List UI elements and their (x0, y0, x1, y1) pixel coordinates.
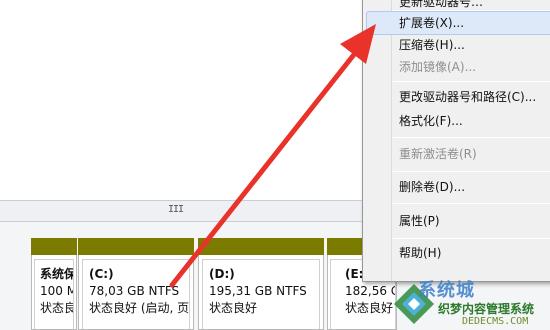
partition-size: 195,31 GB NTFS (209, 284, 307, 298)
partition-size: 100 M (40, 284, 73, 298)
partition-c[interactable]: (C:) 78,03 GB NTFS 状态良好 (启动, 页 (78, 238, 194, 330)
partition-size: 182,56 GB (345, 284, 395, 298)
menu-gutter (391, 0, 392, 281)
menu-separator (393, 203, 550, 204)
menu-item-help[interactable]: 帮助(H) (399, 242, 441, 264)
partition-color-bar (31, 238, 77, 255)
menu-item-delete-volume[interactable]: 删除卷(D)... (399, 176, 465, 198)
partition-status: 状态良好 (启动, 页 (89, 301, 189, 315)
partition-color-bar (78, 238, 194, 255)
site-watermark: 系统城 织梦内容管理系统 DEDECMS.COM (392, 276, 550, 330)
context-menu: 更新驱动器号… 扩展卷(X)... 压缩卷(H)... 添加镜像(A)... 更… (362, 0, 550, 282)
menu-separator (393, 137, 550, 138)
menu-separator (393, 81, 550, 82)
watermark-url: DEDECMS.COM (462, 316, 529, 327)
menu-item-reactivate-volume[interactable]: 重新激活卷(R) (399, 143, 477, 165)
menu-separator (393, 238, 550, 239)
partition-status: 状态良好 (40, 301, 73, 315)
partition-name: (C:) (89, 267, 114, 281)
partition-color-bar (198, 238, 324, 255)
menu-separator (393, 171, 550, 172)
menu-item-add-mirror[interactable]: 添加镜像(A)... (399, 56, 476, 78)
menu-item-format[interactable]: 格式化(F)... (399, 110, 463, 132)
watermark-sub-text: 织梦内容管理系统 (438, 302, 535, 316)
partition-system-reserved[interactable]: 系统保 100 M 状态良好 (31, 238, 77, 330)
menu-separator (393, 10, 550, 11)
watermark-main-text: 系统城 (418, 280, 475, 301)
partition-status: 状态良好 (345, 301, 394, 315)
partition-size: 78,03 GB NTFS (89, 284, 180, 298)
partition-name: (D:) (209, 267, 235, 281)
partition-d[interactable]: (D:) 195,31 GB NTFS 状态良好 (198, 238, 324, 330)
menu-item-properties[interactable]: 属性(P) (399, 210, 440, 232)
partition-status: 状态良好 (209, 301, 258, 315)
menu-item-shrink-volume[interactable]: 压缩卷(H)... (399, 34, 465, 56)
menu-item-change-drive-letter[interactable]: 更改驱动器号和路径(C)... (399, 86, 536, 108)
menu-item-extend-volume[interactable]: 扩展卷(X)... (399, 12, 464, 34)
partition-name: 系统保 (40, 267, 73, 281)
splitter-grip-icon[interactable]: III (168, 204, 184, 215)
